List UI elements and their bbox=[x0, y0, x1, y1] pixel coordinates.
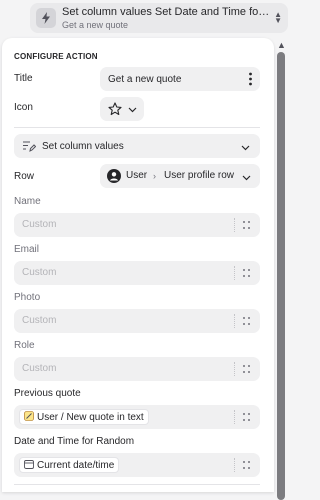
field-separator bbox=[234, 458, 236, 472]
more-options-icon[interactable] bbox=[249, 72, 252, 86]
drag-handle-icon[interactable] bbox=[242, 314, 252, 328]
field-label-email: Email bbox=[14, 244, 40, 255]
role-field[interactable]: Custom bbox=[14, 357, 260, 381]
calendar-icon bbox=[24, 459, 34, 472]
divider bbox=[14, 484, 260, 485]
expand-collapse-icon[interactable]: ▲ ▼ bbox=[274, 11, 282, 25]
scrollbar[interactable]: ▲ bbox=[276, 38, 288, 500]
configure-action-panel: CONFIGURE ACTION Title Get a new quote I… bbox=[2, 38, 274, 492]
field-label-photo: Photo bbox=[14, 292, 41, 303]
row-source: User bbox=[126, 170, 148, 181]
chevron-down-icon bbox=[128, 105, 137, 116]
title-label: Title bbox=[14, 73, 33, 84]
scrollbar-thumb[interactable] bbox=[277, 52, 285, 500]
row-target: User profile row bbox=[164, 170, 235, 181]
field-separator bbox=[234, 314, 236, 328]
field-separator bbox=[234, 362, 236, 376]
drag-handle-icon[interactable] bbox=[242, 362, 252, 376]
title-input[interactable]: Get a new quote bbox=[100, 67, 260, 91]
chevron-down-icon bbox=[241, 143, 250, 154]
drag-handle-icon[interactable] bbox=[242, 458, 252, 472]
icon-label: Icon bbox=[14, 102, 33, 113]
edit-columns-icon bbox=[22, 139, 37, 156]
name-field[interactable]: Custom bbox=[14, 213, 260, 237]
email-field[interactable]: Custom bbox=[14, 261, 260, 285]
value-chip[interactable]: User / New quote in text bbox=[19, 409, 149, 425]
drag-handle-icon[interactable] bbox=[242, 218, 252, 232]
field-separator bbox=[234, 218, 236, 232]
text-column-icon bbox=[24, 410, 34, 424]
field-separator bbox=[234, 410, 236, 424]
drag-handle-icon[interactable] bbox=[242, 410, 252, 424]
date-time-field[interactable]: Current date/time bbox=[14, 453, 260, 477]
chip-label: User / New quote in text bbox=[37, 411, 144, 423]
field-separator bbox=[234, 266, 236, 280]
previous-quote-field[interactable]: User / New quote in text bbox=[14, 405, 260, 429]
chevron-down-icon bbox=[242, 173, 251, 184]
user-avatar-icon bbox=[107, 169, 121, 183]
field-placeholder: Custom bbox=[22, 219, 57, 230]
action-card-subtitle: Get a new quote bbox=[62, 20, 129, 30]
chevron-right-icon: › bbox=[153, 171, 156, 181]
value-chip[interactable]: Current date/time bbox=[19, 457, 120, 473]
selected-action-card[interactable]: Set column values Set Date and Time for … bbox=[30, 3, 288, 33]
field-placeholder: Custom bbox=[22, 363, 57, 374]
chip-label: Current date/time bbox=[37, 459, 115, 471]
star-icon bbox=[108, 102, 122, 119]
row-label: Row bbox=[14, 171, 35, 182]
field-placeholder: Custom bbox=[22, 315, 57, 326]
photo-field[interactable]: Custom bbox=[14, 309, 260, 333]
action-type-select[interactable]: Set column values bbox=[14, 134, 260, 158]
field-label-role: Role bbox=[14, 340, 35, 351]
field-label-name: Name bbox=[14, 196, 41, 207]
action-type-label: Set column values bbox=[42, 140, 124, 152]
field-label-previous-quote: Previous quote bbox=[14, 388, 81, 399]
row-select[interactable]: User › User profile row bbox=[100, 164, 260, 188]
icon-picker[interactable] bbox=[100, 97, 144, 121]
action-card-title: Set column values Set Date and Time for … bbox=[62, 6, 270, 18]
bolt-icon bbox=[36, 8, 56, 28]
scroll-up-icon[interactable]: ▲ bbox=[277, 40, 286, 50]
section-heading: CONFIGURE ACTION bbox=[14, 52, 98, 61]
field-label-date-time: Date and Time for Random bbox=[14, 436, 135, 447]
divider bbox=[14, 127, 260, 128]
title-value: Get a new quote bbox=[108, 73, 182, 85]
drag-handle-icon[interactable] bbox=[242, 266, 252, 280]
field-placeholder: Custom bbox=[22, 267, 57, 278]
